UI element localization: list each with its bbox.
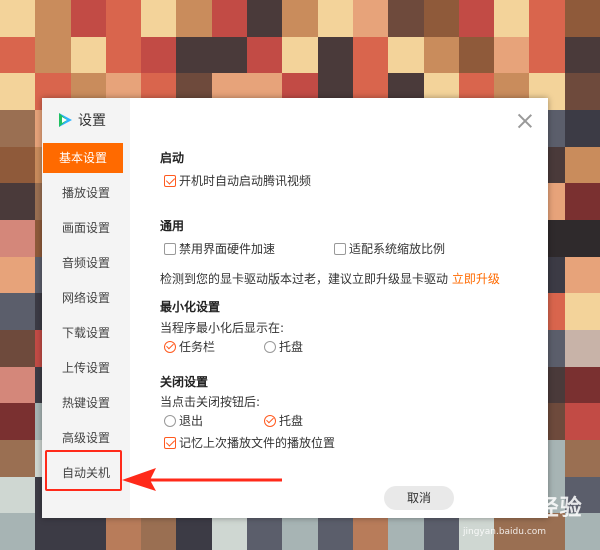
driver-notice: 检测到您的显卡驱动版本过老，建议立即升级显卡驱动 立即升级 [160, 270, 500, 287]
close-icon[interactable] [516, 112, 534, 130]
sidebar-item-picture[interactable]: 画面设置 [42, 213, 130, 243]
adapt-scale-checkbox[interactable] [334, 242, 346, 255]
disable-hw-option[interactable]: 禁用界面硬件加速 [164, 240, 275, 257]
minimize-taskbar-option[interactable]: 任务栏 [164, 338, 215, 355]
sidebar-item-advanced[interactable]: 高级设置 [42, 423, 130, 453]
sidebar-item-basic[interactable]: 基本设置 [43, 143, 123, 173]
close-exit-label: 退出 [179, 414, 204, 428]
close-prompt: 当点击关闭按钮后: [160, 395, 261, 409]
watermark-sub: jingyan.baidu.com [463, 527, 547, 537]
minimize-tray-option[interactable]: 托盘 [264, 338, 303, 355]
minimize-heading: 最小化设置 [160, 300, 221, 314]
minimize-taskbar-radio[interactable] [164, 340, 176, 353]
startup-heading: 启动 [160, 151, 185, 165]
autostart-checkbox[interactable] [164, 174, 176, 187]
disable-hw-label: 禁用界面硬件加速 [179, 242, 276, 256]
watermark-text: Baidu经验 [461, 496, 583, 521]
baidu-watermark: Baidu经验 jingyan.baidu.com [455, 480, 595, 545]
dialog-title: 设置 [56, 110, 106, 130]
disable-hw-checkbox[interactable] [164, 242, 176, 255]
adapt-scale-option[interactable]: 适配系统缩放比例 [334, 240, 445, 257]
close-heading: 关闭设置 [160, 375, 209, 389]
remember-position-option[interactable]: 记忆上次播放文件的播放位置 [164, 434, 335, 451]
minimize-tray-label: 托盘 [279, 340, 304, 354]
autostart-label: 开机时自动启动腾讯视频 [179, 174, 312, 188]
sidebar-item-playback[interactable]: 播放设置 [42, 178, 130, 208]
sidebar-item-upload[interactable]: 上传设置 [42, 353, 130, 383]
close-tray-option[interactable]: 托盘 [264, 412, 303, 429]
sidebar-item-network[interactable]: 网络设置 [42, 283, 130, 313]
close-exit-radio[interactable] [164, 414, 176, 427]
sidebar-item-audio[interactable]: 音频设置 [42, 248, 130, 278]
close-tray-label: 托盘 [279, 414, 304, 428]
dialog-title-text: 设置 [78, 113, 106, 129]
annotation-arrow-icon [122, 468, 282, 491]
minimize-taskbar-label: 任务栏 [179, 340, 216, 354]
adapt-scale-label: 适配系统缩放比例 [349, 242, 446, 256]
upgrade-link[interactable]: 立即升级 [452, 272, 500, 286]
driver-notice-text: 检测到您的显卡驱动版本过老，建议立即升级显卡驱动 [160, 272, 449, 286]
remember-position-label: 记忆上次播放文件的播放位置 [179, 436, 336, 450]
close-exit-option[interactable]: 退出 [164, 412, 203, 429]
sidebar-item-hotkey[interactable]: 热键设置 [42, 388, 130, 418]
minimize-prompt: 当程序最小化后显示在: [160, 321, 285, 335]
remember-position-checkbox[interactable] [164, 436, 176, 449]
close-tray-radio[interactable] [264, 414, 276, 427]
minimize-tray-radio[interactable] [264, 340, 276, 353]
sidebar-item-download[interactable]: 下载设置 [42, 318, 130, 348]
general-heading: 通用 [160, 219, 185, 233]
autostart-option[interactable]: 开机时自动启动腾讯视频 [164, 172, 311, 189]
cancel-button[interactable]: 取消 [384, 486, 454, 510]
tencent-video-logo-icon [59, 113, 72, 127]
